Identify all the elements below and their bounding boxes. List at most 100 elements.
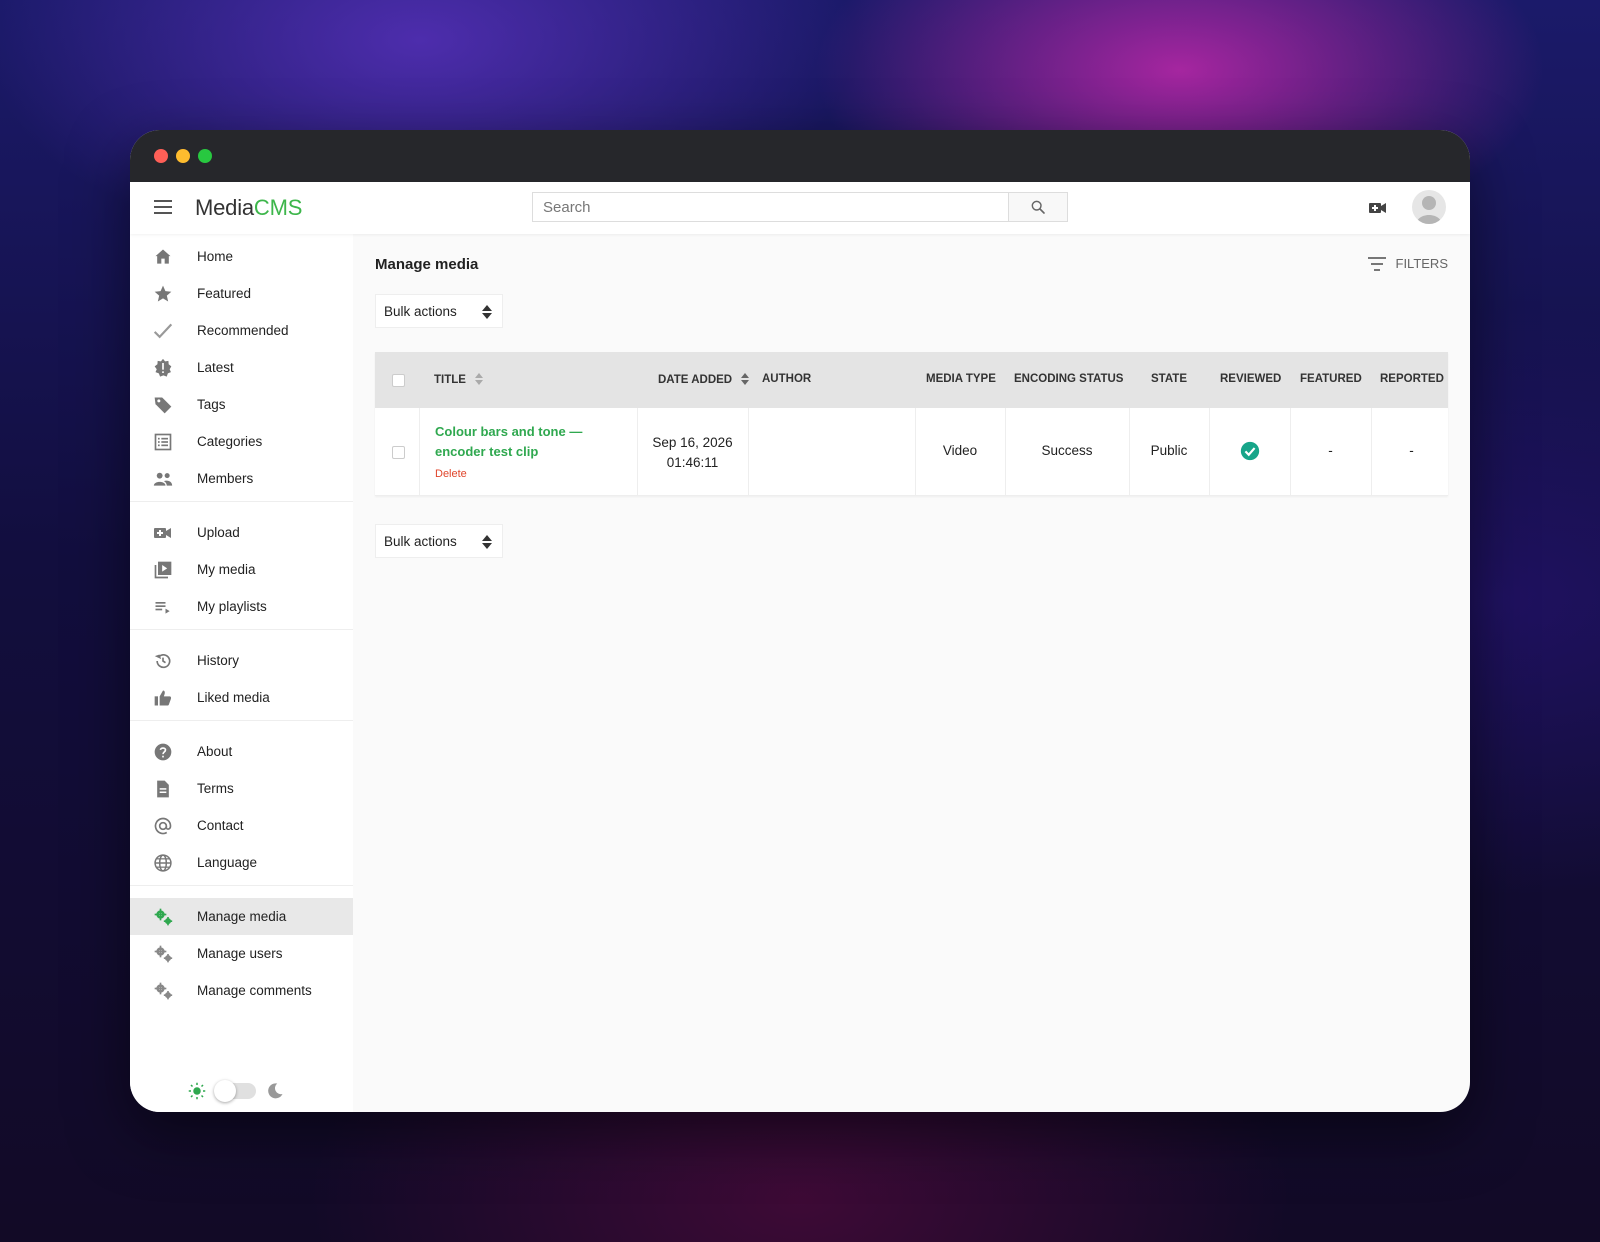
user-avatar[interactable] <box>1412 190 1446 224</box>
time-text: 01:46:11 <box>666 455 719 470</box>
sidebar-item-history[interactable]: History <box>130 642 353 679</box>
filters-label: FILTERS <box>1395 256 1449 271</box>
sidebar-item-manage-comments[interactable]: Manage comments <box>130 972 353 1009</box>
bulk-actions-select-top[interactable]: Bulk actions <box>375 294 503 328</box>
sidebar-item-upload[interactable]: Upload <box>130 514 353 551</box>
column-title[interactable]: TITLE <box>434 373 484 386</box>
reviewed-cell <box>1209 441 1290 464</box>
globe-icon <box>153 853 173 873</box>
search-input[interactable] <box>532 192 1008 222</box>
thumb-up-icon <box>153 688 173 708</box>
sidebar-item-label: Language <box>197 855 258 870</box>
delete-link[interactable]: Delete <box>435 468 467 480</box>
close-window-button[interactable] <box>154 149 168 163</box>
moon-icon <box>268 1083 283 1099</box>
column-media-type: MEDIA TYPE <box>926 373 996 385</box>
theme-switcher <box>188 1080 284 1102</box>
sidebar-item-my-media[interactable]: My media <box>130 551 353 588</box>
sidebar-item-members[interactable]: Members <box>130 460 353 497</box>
sidebar-item-label: Home <box>197 249 234 264</box>
bulk-actions-label: Bulk actions <box>384 303 457 319</box>
encoding-status-cell: Success <box>1041 443 1093 458</box>
sidebar-item-manage-users[interactable]: Manage users <box>130 935 353 972</box>
history-icon <box>153 651 173 671</box>
sort-icon <box>741 373 750 385</box>
avatar-icon <box>1416 196 1442 224</box>
home-icon <box>153 247 173 267</box>
nav-group-main: Home Featured Recommended Latest Tags Ca… <box>130 234 353 502</box>
page-title: Manage media <box>375 256 479 273</box>
maximize-window-button[interactable] <box>198 149 212 163</box>
column-encoding-status: ENCODING STATUS <box>1014 373 1124 385</box>
sidebar-item-label: Members <box>197 471 254 486</box>
column-date-added[interactable]: DATE ADDED <box>658 373 750 386</box>
sidebar-item-label: Terms <box>197 781 234 796</box>
search-icon <box>1031 200 1045 214</box>
search-form <box>532 192 1068 222</box>
sidebar-item-label: Tags <box>197 397 226 412</box>
list-icon <box>153 432 173 452</box>
sidebar-item-about[interactable]: About <box>130 733 353 770</box>
sidebar-item-tags[interactable]: Tags <box>130 386 353 423</box>
document-icon <box>153 779 173 799</box>
menu-icon[interactable] <box>154 200 172 214</box>
reported-cell: - <box>1409 443 1414 458</box>
sidebar-item-terms[interactable]: Terms <box>130 770 353 807</box>
sidebar: Home Featured Recommended Latest Tags Ca… <box>130 234 353 1112</box>
new-badge-icon <box>153 358 173 378</box>
sidebar-item-liked-media[interactable]: Liked media <box>130 679 353 716</box>
sidebar-item-label: History <box>197 653 240 668</box>
sidebar-item-categories[interactable]: Categories <box>130 423 353 460</box>
browser-window: MediaCMS Home Featured Recom <box>130 130 1470 1112</box>
sidebar-item-label: Recommended <box>197 323 289 338</box>
sidebar-item-label: Latest <box>197 360 234 375</box>
sidebar-item-contact[interactable]: Contact <box>130 807 353 844</box>
sidebar-item-recommended[interactable]: Recommended <box>130 312 353 349</box>
sun-icon <box>188 1082 206 1100</box>
media-title-link[interactable]: Colour bars and tone — encoder test clip <box>435 422 630 462</box>
sidebar-item-label: Manage users <box>197 946 283 961</box>
table-row: Colour bars and tone — encoder test clip… <box>375 408 1448 496</box>
sort-arrows-icon <box>482 535 492 549</box>
sidebar-item-featured[interactable]: Featured <box>130 275 353 312</box>
sidebar-item-language[interactable]: Language <box>130 844 353 881</box>
main-content: Manage media FILTERS Bulk actions TITLE … <box>353 234 1470 1112</box>
gears-icon <box>153 981 173 1001</box>
nav-group-admin: Manage media Manage users Manage comment… <box>130 886 353 1013</box>
logo-accent-text: CMS <box>253 195 303 220</box>
sidebar-item-label: Featured <box>197 286 252 301</box>
toggle-knob <box>214 1080 236 1102</box>
column-state: STATE <box>1151 373 1187 385</box>
minimize-window-button[interactable] <box>176 149 190 163</box>
nav-group-info: About Terms Contact Language <box>130 721 353 886</box>
people-icon <box>153 469 173 489</box>
sidebar-item-latest[interactable]: Latest <box>130 349 353 386</box>
media-table: TITLE DATE ADDED AUTHOR MEDIA TYPE ENCOD… <box>375 352 1448 496</box>
search-button[interactable] <box>1008 192 1068 222</box>
sidebar-item-my-playlists[interactable]: My playlists <box>130 588 353 625</box>
star-icon <box>153 284 173 304</box>
upload-media-button[interactable] <box>1368 200 1388 221</box>
sidebar-item-home[interactable]: Home <box>130 238 353 275</box>
sidebar-item-label: My media <box>197 562 256 577</box>
nav-group-activity: History Liked media <box>130 630 353 721</box>
theme-toggle[interactable] <box>214 1080 256 1102</box>
sidebar-item-label: Manage media <box>197 909 287 924</box>
row-checkbox[interactable] <box>392 446 405 459</box>
video-add-icon <box>1369 203 1386 213</box>
table-header: TITLE DATE ADDED AUTHOR MEDIA TYPE ENCOD… <box>375 352 1448 408</box>
sidebar-item-manage-media[interactable]: Manage media <box>130 898 353 935</box>
gears-icon <box>153 907 173 927</box>
nav-group-user: Upload My media My playlists <box>130 502 353 630</box>
filters-button[interactable]: FILTERS <box>1367 256 1449 271</box>
bulk-actions-select-bottom[interactable]: Bulk actions <box>375 524 503 558</box>
check-icon <box>153 321 173 341</box>
sort-arrows-icon <box>482 305 492 319</box>
help-icon <box>153 742 173 762</box>
sidebar-item-label: Upload <box>197 525 240 540</box>
logo[interactable]: MediaCMS <box>195 195 302 221</box>
select-all-checkbox[interactable] <box>392 374 405 387</box>
gears-icon <box>153 944 173 964</box>
bulk-actions-label: Bulk actions <box>384 533 457 549</box>
video-add-icon <box>153 523 173 543</box>
